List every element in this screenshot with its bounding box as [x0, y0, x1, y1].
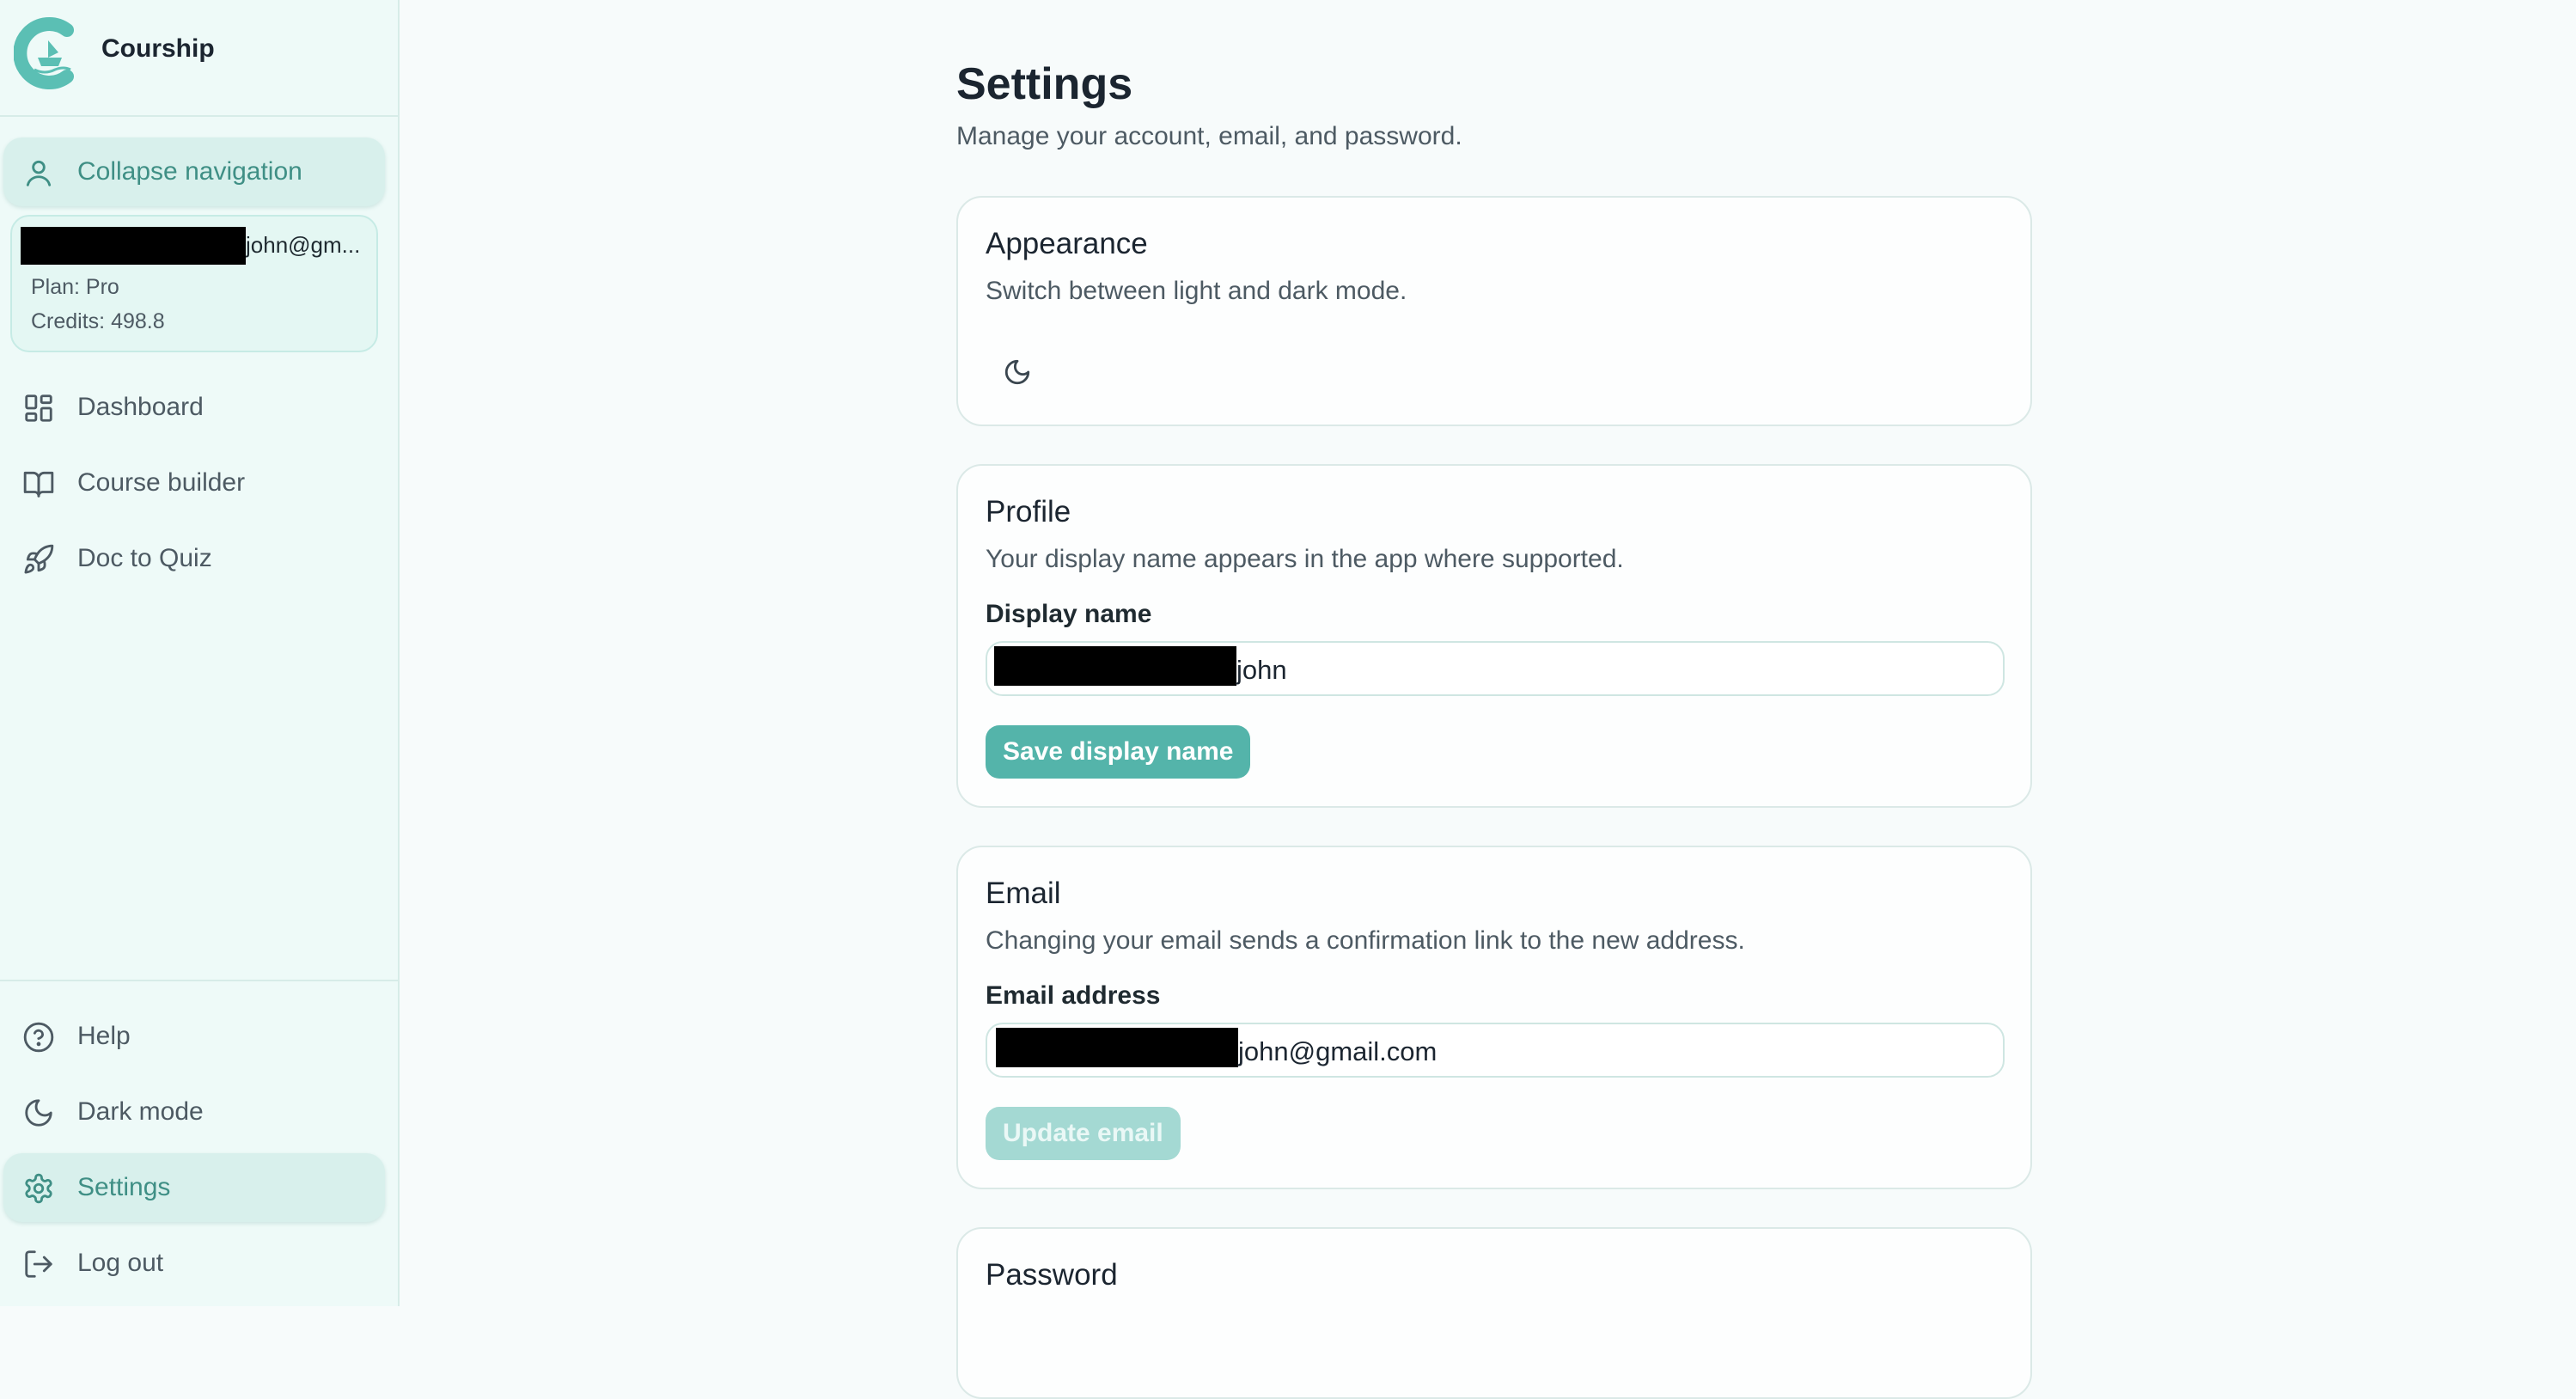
update-email-button[interactable]: Update email: [986, 1107, 1181, 1160]
email-address-label: Email address: [986, 981, 1161, 1010]
sidebar-item-label: Help: [77, 1022, 131, 1050]
sidebar-item-label: Course builder: [77, 468, 246, 497]
user-icon: [26, 160, 52, 186]
sidebar-item-dark-mode[interactable]: Dark mode: [3, 1078, 385, 1146]
sidebar-item-label: Doc to Quiz: [77, 544, 212, 572]
page-subtitle: Manage your account, email, and password…: [956, 122, 1462, 150]
brand-header: Courship: [0, 0, 398, 117]
user-email: john@gm...: [246, 232, 361, 258]
appearance-description: Switch between light and dark mode.: [986, 277, 1407, 305]
rocket-icon: [24, 544, 54, 574]
gear-icon: [25, 1173, 52, 1204]
display-name-value: john: [1236, 655, 1287, 685]
password-card: Password: [956, 1227, 2032, 1399]
sidebar-item-dashboard[interactable]: Dashboard: [3, 373, 385, 442]
theme-toggle-button[interactable]: [989, 344, 1044, 399]
sidebar: Courship Collapse navigation john@gm... …: [0, 0, 400, 1306]
book-open-icon: [23, 471, 54, 498]
layout-grid-icon: [25, 394, 52, 422]
email-description: Changing your email sends a confirmation…: [986, 926, 1745, 955]
sidebar-item-label: Log out: [77, 1249, 164, 1277]
moon-icon: [1004, 359, 1030, 385]
email-address-input[interactable]: john@gmail.com: [986, 1023, 2005, 1078]
sidebar-item-log-out[interactable]: Log out: [3, 1229, 385, 1298]
user-credits: Credits: 498.8: [31, 309, 165, 333]
log-out-icon: [25, 1250, 52, 1278]
main-content: Settings Manage your account, email, and…: [401, 0, 2576, 1399]
sidebar-item-label: Dark mode: [77, 1097, 204, 1126]
appearance-card: Appearance Switch between light and dark…: [956, 196, 2032, 426]
page-title: Settings: [956, 59, 1133, 109]
redacted-block: [996, 1028, 1238, 1067]
sidebar-item-doc-to-quiz[interactable]: Doc to Quiz: [3, 524, 385, 593]
profile-description: Your display name appears in the app whe…: [986, 545, 1624, 573]
user-card: john@gm... Plan: Pro Credits: 498.8: [10, 215, 378, 352]
user-plan: Plan: Pro: [31, 275, 119, 299]
collapse-navigation-label: Collapse navigation: [77, 157, 302, 186]
profile-title: Profile: [986, 495, 1071, 528]
appearance-title: Appearance: [986, 227, 1148, 260]
display-name-label: Display name: [986, 600, 1152, 628]
redacted-block: [21, 227, 246, 265]
profile-card: Profile Your display name appears in the…: [956, 464, 2032, 808]
sidebar-divider: [0, 980, 398, 981]
moon-icon: [25, 1099, 52, 1127]
collapse-navigation-button[interactable]: Collapse navigation: [3, 137, 385, 206]
email-address-value: john@gmail.com: [1238, 1036, 1438, 1066]
email-card: Email Changing your email sends a confir…: [956, 846, 2032, 1189]
courship-logo[interactable]: [14, 15, 79, 92]
sidebar-item-label: Dashboard: [77, 393, 204, 421]
email-title: Email: [986, 877, 1061, 910]
sidebar-item-settings[interactable]: Settings: [3, 1153, 385, 1222]
help-circle-icon: [23, 1022, 54, 1053]
password-title: Password: [986, 1258, 1118, 1292]
display-name-input[interactable]: john: [986, 641, 2005, 696]
sidebar-item-course-builder[interactable]: Course builder: [3, 449, 385, 517]
brand-name: Courship: [101, 34, 215, 63]
sidebar-item-label: Settings: [77, 1173, 171, 1201]
save-display-name-button[interactable]: Save display name: [986, 725, 1251, 779]
redacted-block: [994, 646, 1236, 686]
sidebar-item-help[interactable]: Help: [3, 1002, 385, 1071]
